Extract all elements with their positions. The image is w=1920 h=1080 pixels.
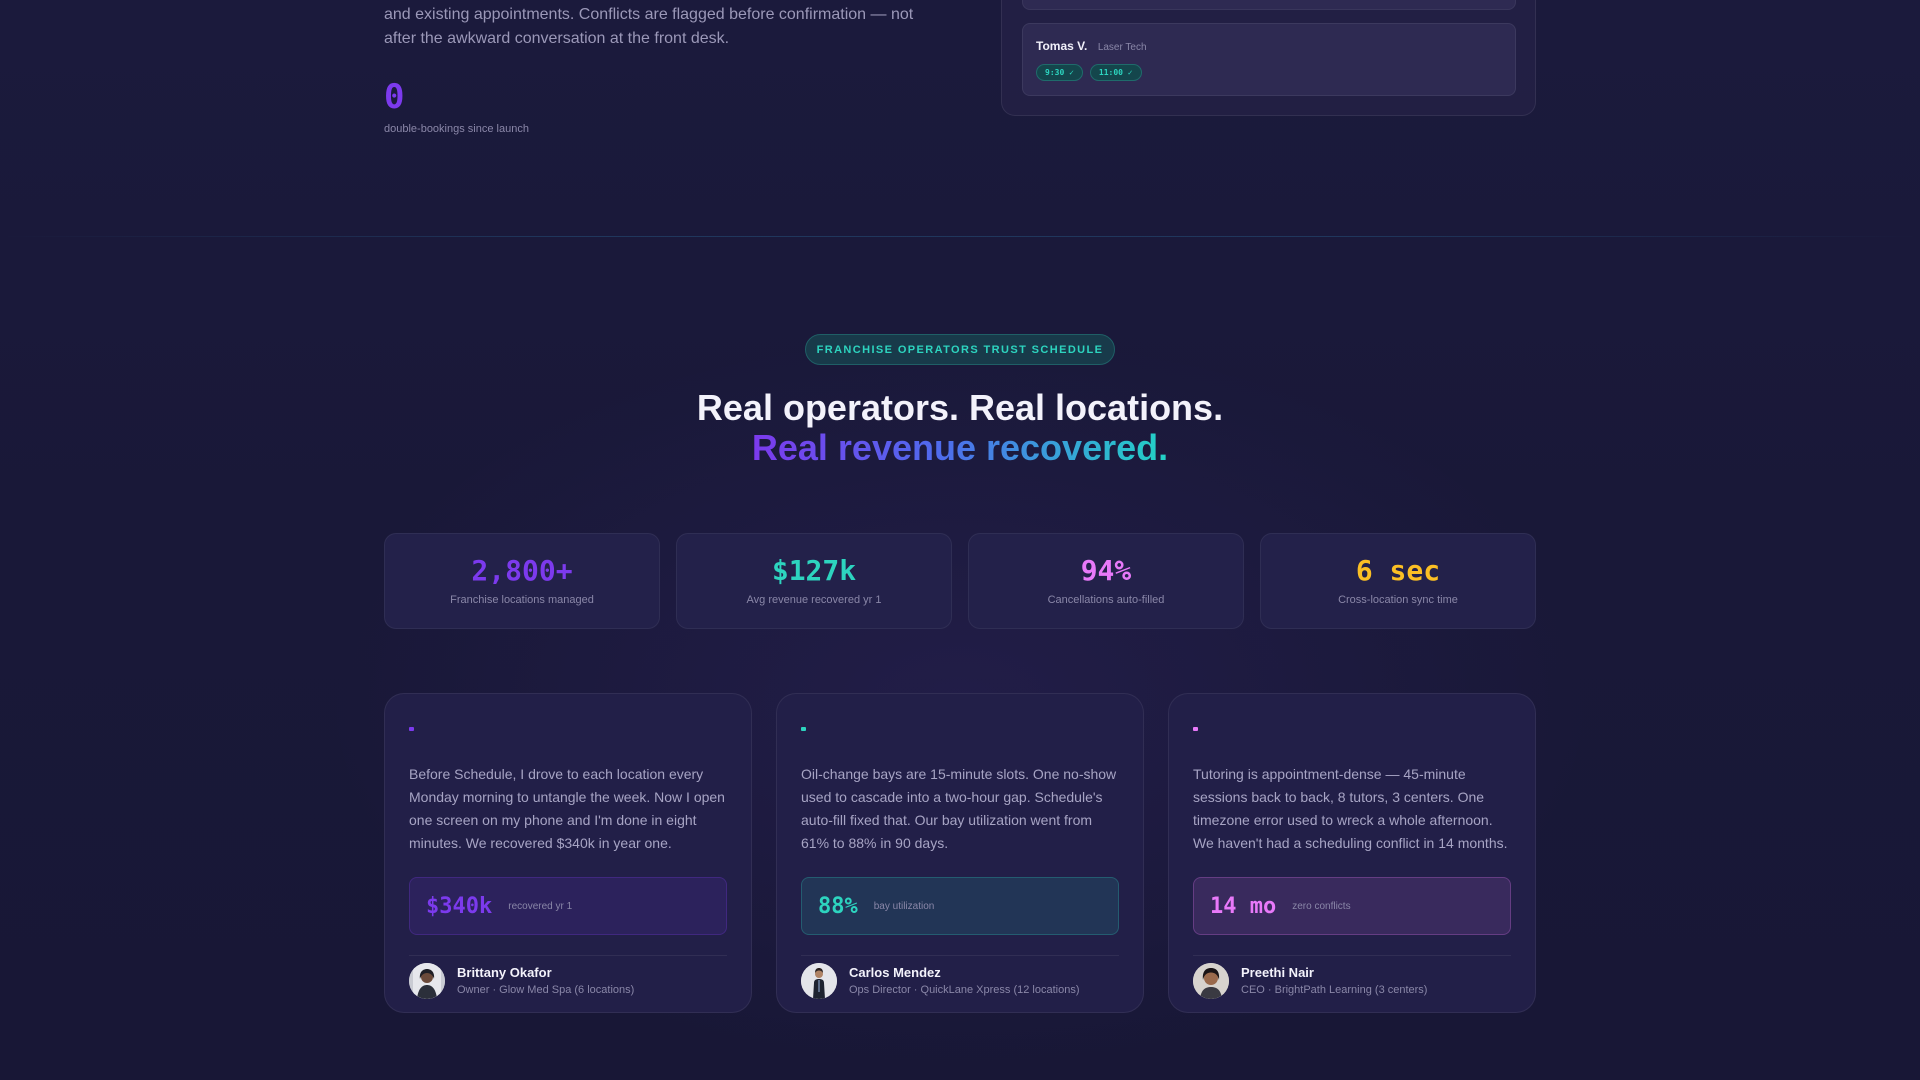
stat-label: Cross-location sync time	[1338, 594, 1458, 606]
stat-value: $127k	[771, 554, 857, 587]
stat-label: Franchise locations managed	[450, 594, 594, 606]
testimonial-cards: Before Schedule, I drove to each locatio…	[384, 693, 1536, 1013]
stat-card: 2,800+ Franchise locations managed	[384, 533, 660, 629]
testimonial-metric: 88% bay utilization	[801, 877, 1119, 935]
author-role: Owner · Glow Med Spa (6 locations)	[457, 984, 635, 996]
testimonial-metric: 14 mo zero conflicts	[1193, 877, 1511, 935]
testimonial-quote: Oil-change bays are 15-minute slots. One…	[801, 766, 1117, 851]
avatar	[409, 962, 445, 999]
avatar	[801, 962, 837, 999]
stat-value: 94%	[1080, 554, 1132, 587]
quote-mark-icon	[1193, 727, 1198, 731]
time-slot-pill[interactable]: 9:30 ✓	[1036, 64, 1083, 81]
schedule-row[interactable]: Tomas V. Laser Tech 9:30 ✓ 11:00 ✓	[1022, 23, 1516, 96]
section-divider	[0, 236, 1920, 237]
stats-row: 2,800+ Franchise locations managed $127k…	[384, 533, 1536, 629]
quote-mark-icon	[409, 727, 414, 731]
metric-value: $340k	[426, 893, 493, 919]
headline-line-1: Real operators. Real locations.	[696, 387, 1224, 428]
stat-label: Cancellations auto-filled	[1047, 594, 1165, 606]
author-role: CEO · BrightPath Learning (3 centers)	[1241, 984, 1428, 996]
metric-value: 14 mo	[1210, 893, 1277, 919]
section-headline: Real operators. Real locations. Real rev…	[0, 388, 1920, 468]
author-name: Preethi Nair	[1241, 965, 1314, 980]
testimonial-quote: Tutoring is appointment-dense — 45-minut…	[1193, 766, 1508, 851]
section-badge: FRANCHISE OPERATORS TRUST SCHEDULE	[805, 334, 1115, 365]
double-bookings-stat: 0	[384, 77, 405, 117]
double-bookings-caption: double-bookings since launch	[384, 123, 529, 135]
stat-card: 94% Cancellations auto-filled	[968, 533, 1244, 629]
author-name: Brittany Okafor	[457, 965, 552, 980]
testimonial-author: Brittany Okafor Owner · Glow Med Spa (6 …	[409, 955, 727, 1001]
metric-label: bay utilization	[873, 900, 935, 912]
testimonial-author: Preethi Nair CEO · BrightPath Learning (…	[1193, 955, 1511, 1001]
author-role: Ops Director · QuickLane Xpress (12 loca…	[849, 984, 1080, 996]
schedule-row-previous	[1022, 0, 1516, 10]
stat-card: $127k Avg revenue recovered yr 1	[676, 533, 952, 629]
time-slot-pill[interactable]: 11:00 ✓	[1089, 64, 1142, 81]
testimonial-author: Carlos Mendez Ops Director · QuickLane X…	[801, 955, 1119, 1001]
feature-description: and existing appointments. Conflicts are…	[384, 6, 914, 47]
quote-mark-icon	[801, 727, 806, 731]
testimonial-quote: Before Schedule, I drove to each locatio…	[409, 766, 725, 851]
metric-value: 88%	[818, 893, 858, 919]
testimonial-card: Oil-change bays are 15-minute slots. One…	[776, 693, 1144, 1013]
testimonial-card: Before Schedule, I drove to each locatio…	[384, 693, 752, 1013]
stat-value: 2,800+	[471, 554, 573, 587]
staff-role: Laser Tech	[1097, 42, 1147, 53]
testimonial-metric: $340k recovered yr 1	[409, 877, 727, 935]
stat-card: 6 sec Cross-location sync time	[1260, 533, 1536, 629]
author-name: Carlos Mendez	[849, 965, 941, 980]
stat-label: Avg revenue recovered yr 1	[746, 594, 882, 606]
schedule-preview-panel: Tomas V. Laser Tech 9:30 ✓ 11:00 ✓	[1001, 0, 1536, 116]
integration-feature-block: and existing appointments. Conflicts are…	[384, 0, 944, 135]
stat-value: 6 sec	[1355, 554, 1441, 587]
headline-line-2-gradient: Real revenue recovered.	[751, 427, 1169, 468]
testimonial-card: Tutoring is appointment-dense — 45-minut…	[1168, 693, 1536, 1013]
staff-name: Tomas V.	[1036, 39, 1088, 53]
metric-label: zero conflicts	[1292, 900, 1351, 912]
avatar	[1193, 962, 1229, 999]
metric-label: recovered yr 1	[508, 900, 573, 912]
